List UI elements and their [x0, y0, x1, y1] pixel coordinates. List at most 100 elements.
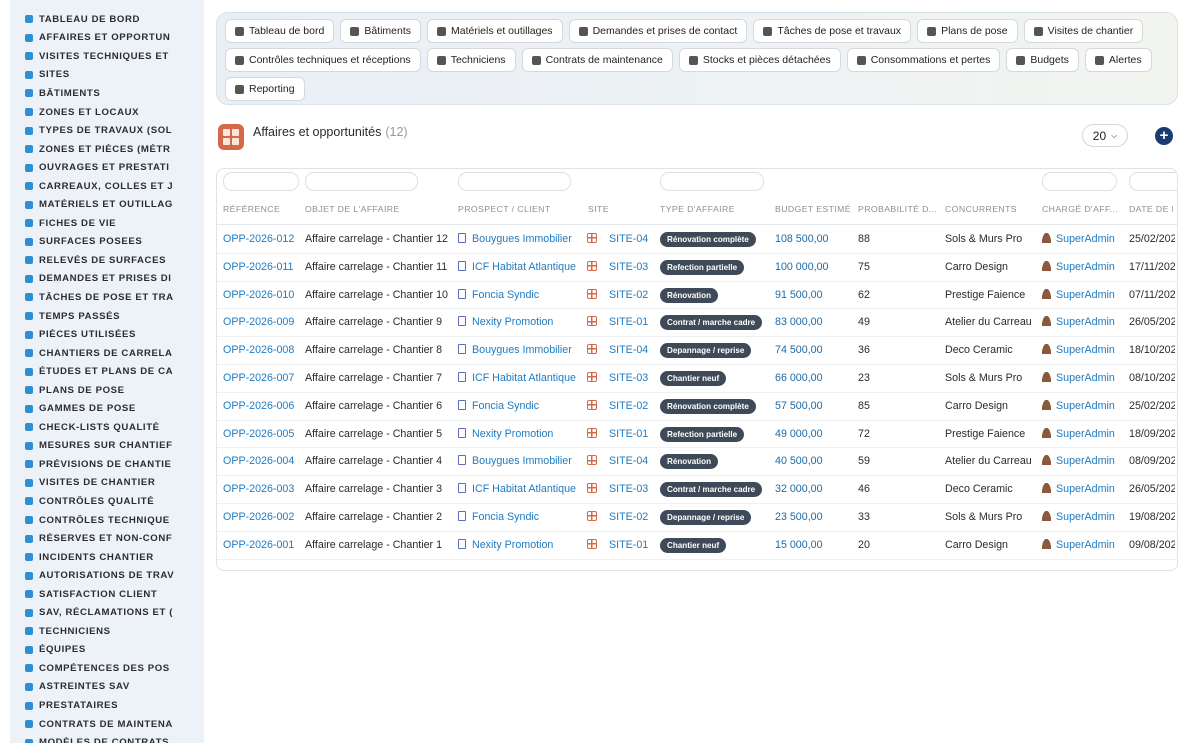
module-tab[interactable]: Contrats de maintenance: [521, 48, 673, 72]
sidebar-item[interactable]: MATÉRIELS ET OUTILLAG: [10, 195, 204, 214]
budget-cell[interactable]: 57 500,00: [775, 400, 823, 412]
budget-cell[interactable]: 23 500,00: [775, 511, 823, 523]
table-row[interactable]: OPP-2026-004 Affaire carrelage - Chantier…: [217, 448, 1177, 477]
module-tab[interactable]: Reporting: [225, 77, 305, 101]
sidebar-item[interactable]: AUTORISATIONS DE TRAV: [10, 566, 204, 585]
column-filter-input[interactable]: [305, 172, 418, 191]
column-header[interactable]: PROSPECT / CLIENT: [458, 204, 551, 214]
table-row[interactable]: OPP-2026-003 Affaire carrelage - Chantier…: [217, 476, 1177, 504]
site-cell[interactable]: SITE-03: [587, 372, 648, 384]
module-tab[interactable]: Tâches de pose et travaux: [753, 19, 912, 43]
ref-cell[interactable]: OPP-2026-005: [223, 428, 294, 440]
module-tab[interactable]: Stocks et pièces détachées: [678, 48, 841, 72]
sidebar-item[interactable]: PRESTATAIRES: [10, 696, 204, 715]
client-cell[interactable]: Nexity Promotion: [458, 316, 553, 328]
charge-cell[interactable]: SuperAdmin: [1042, 427, 1115, 440]
ref-cell[interactable]: OPP-2026-002: [223, 511, 294, 523]
budget-cell[interactable]: 40 500,00: [775, 455, 823, 467]
column-filter-input[interactable]: [458, 172, 571, 191]
sidebar-item[interactable]: OUVRAGES ET PRESTATI: [10, 158, 204, 177]
site-cell[interactable]: SITE-02: [587, 288, 648, 301]
sidebar-item[interactable]: CONTRÔLES TECHNIQUE: [10, 511, 204, 530]
sidebar-item[interactable]: CARREAUX, COLLES ET J: [10, 177, 204, 196]
ref-cell[interactable]: OPP-2026-010: [223, 289, 294, 301]
charge-cell[interactable]: SuperAdmin: [1042, 316, 1115, 328]
table-row[interactable]: OPP-2026-008 Affaire carrelage - Chantier…: [217, 337, 1177, 365]
sidebar-item[interactable]: COMPÉTENCES DES POS: [10, 659, 204, 678]
ref-cell[interactable]: OPP-2026-001: [223, 539, 294, 551]
budget-cell[interactable]: 100 000,00: [775, 261, 829, 273]
table-row[interactable]: OPP-2026-009 Affaire carrelage - Chantier…: [217, 309, 1177, 338]
sidebar-item[interactable]: FICHES DE VIE: [10, 214, 204, 233]
table-row[interactable]: OPP-2026-006 Affaire carrelage - Chantier…: [217, 393, 1177, 421]
client-cell[interactable]: Bouygues Immobilier: [458, 233, 572, 245]
client-cell[interactable]: Nexity Promotion: [458, 538, 553, 551]
sidebar-item[interactable]: SATISFACTION CLIENT: [10, 585, 204, 604]
sidebar-item[interactable]: AFFAIRES ET OPPORTUN: [10, 29, 204, 48]
column-filter-input[interactable]: [1129, 172, 1177, 191]
column-header[interactable]: CHARGÉ D'AFF...: [1042, 204, 1118, 214]
sidebar-item[interactable]: CONTRATS DE MAINTENA: [10, 715, 204, 734]
client-cell[interactable]: Foncia Syndic: [458, 288, 539, 301]
ref-cell[interactable]: OPP-2026-012: [223, 233, 294, 245]
sidebar-item[interactable]: RELEVÉS DE SURFACES: [10, 251, 204, 270]
table-row[interactable]: OPP-2026-001 Affaire carrelage - Chantier…: [217, 532, 1177, 560]
client-cell[interactable]: Foncia Syndic: [458, 511, 539, 523]
site-cell[interactable]: SITE-02: [587, 511, 648, 523]
column-header[interactable]: BUDGET ESTIMÉ: [775, 204, 851, 214]
module-tab[interactable]: Alertes: [1084, 48, 1152, 72]
sidebar-item[interactable]: ZONES ET LOCAUX: [10, 103, 204, 122]
module-tab[interactable]: Consommations et pertes: [846, 48, 1001, 72]
sidebar-item[interactable]: SITES: [10, 66, 204, 85]
charge-cell[interactable]: SuperAdmin: [1042, 538, 1115, 551]
sidebar-item[interactable]: CHECK-LISTS QUALITÉ: [10, 418, 204, 437]
module-tab[interactable]: Bâtiments: [340, 19, 421, 43]
client-cell[interactable]: ICF Habitat Atlantique: [458, 372, 576, 384]
site-cell[interactable]: SITE-01: [587, 316, 648, 328]
column-filter-input[interactable]: [660, 172, 764, 191]
sidebar-item[interactable]: PLANS DE POSE: [10, 381, 204, 400]
client-cell[interactable]: Bouygues Immobilier: [458, 455, 572, 467]
column-header[interactable]: PROBABILITÉ D...: [858, 204, 937, 214]
column-header[interactable]: DATE DE DE: [1129, 204, 1173, 214]
site-cell[interactable]: SITE-01: [587, 427, 648, 440]
module-tab[interactable]: Techniciens: [426, 48, 516, 72]
budget-cell[interactable]: 91 500,00: [775, 289, 823, 301]
client-cell[interactable]: Bouygues Immobilier: [458, 344, 572, 356]
table-row[interactable]: OPP-2026-010 Affaire carrelage - Chantier…: [217, 282, 1177, 310]
module-tab[interactable]: Tableau de bord: [225, 19, 335, 43]
sidebar-item[interactable]: DEMANDES ET PRISES DI: [10, 270, 204, 289]
sidebar-item[interactable]: PIÈCES UTILISÉES: [10, 325, 204, 344]
site-cell[interactable]: SITE-04: [587, 455, 648, 467]
site-cell[interactable]: SITE-03: [587, 260, 648, 273]
module-tab[interactable]: Matériels et outillages: [427, 19, 563, 43]
sidebar-item[interactable]: PRÉVISIONS DE CHANTIE: [10, 455, 204, 474]
charge-cell[interactable]: SuperAdmin: [1042, 288, 1115, 301]
table-row[interactable]: OPP-2026-002 Affaire carrelage - Chantier…: [217, 504, 1177, 532]
sidebar-item[interactable]: TEMPS PASSÉS: [10, 307, 204, 326]
sidebar-item[interactable]: ÉQUIPES: [10, 641, 204, 660]
ref-cell[interactable]: OPP-2026-004: [223, 455, 294, 467]
sidebar-item[interactable]: RÉSERVES ET NON-CONF: [10, 529, 204, 548]
add-record-button[interactable]: +: [1155, 127, 1173, 145]
site-cell[interactable]: SITE-01: [587, 538, 648, 551]
ref-cell[interactable]: OPP-2026-008: [223, 344, 294, 356]
charge-cell[interactable]: SuperAdmin: [1042, 233, 1115, 245]
budget-cell[interactable]: 108 500,00: [775, 233, 829, 245]
client-cell[interactable]: ICF Habitat Atlantique: [458, 260, 576, 273]
charge-cell[interactable]: SuperAdmin: [1042, 260, 1115, 273]
charge-cell[interactable]: SuperAdmin: [1042, 455, 1115, 467]
module-tab[interactable]: Contrôles techniques et réceptions: [225, 48, 421, 72]
sidebar-item[interactable]: MESURES SUR CHANTIEF: [10, 437, 204, 456]
page-size-select[interactable]: 20 ⌵: [1082, 124, 1128, 147]
table-row[interactable]: OPP-2026-005 Affaire carrelage - Chantier…: [217, 421, 1177, 449]
ref-cell[interactable]: OPP-2026-007: [223, 372, 294, 384]
site-cell[interactable]: SITE-03: [587, 483, 648, 495]
sidebar-item[interactable]: ASTREINTES SAV: [10, 678, 204, 697]
client-cell[interactable]: Nexity Promotion: [458, 427, 553, 440]
sidebar-item[interactable]: VISITES DE CHANTIER: [10, 474, 204, 493]
charge-cell[interactable]: SuperAdmin: [1042, 511, 1115, 523]
column-header[interactable]: TYPE D'AFFAIRE: [660, 204, 735, 214]
column-filter-input[interactable]: [223, 172, 299, 191]
sidebar-item[interactable]: TYPES DE TRAVAUX (SOL: [10, 121, 204, 140]
